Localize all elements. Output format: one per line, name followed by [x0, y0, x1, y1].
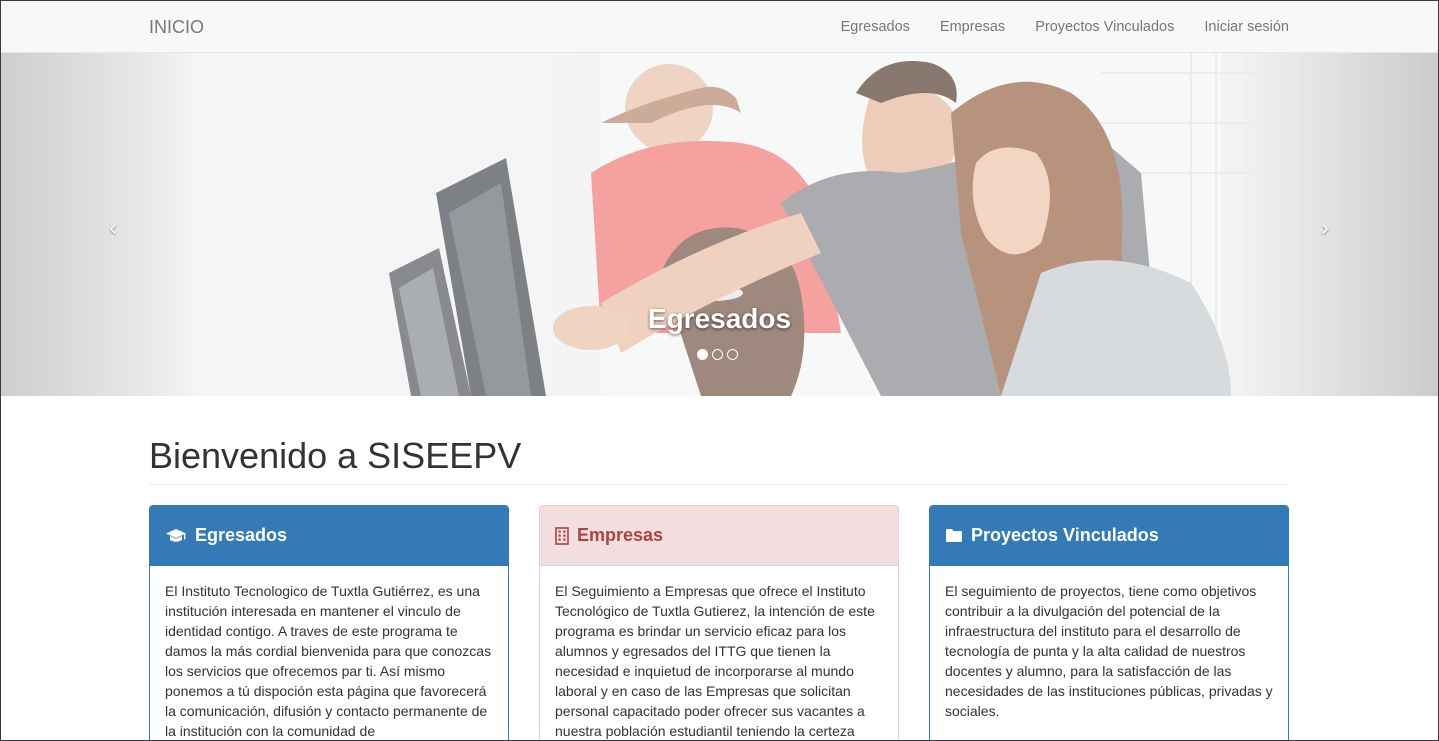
graduation-cap-icon [165, 528, 187, 544]
panel-heading: Empresas [540, 506, 898, 566]
page-title: Bienvenido a SISEEPV [149, 435, 522, 476]
chevron-right-icon: › [1321, 215, 1329, 240]
top-navbar: INICIO Egresados Empresas Proyectos Vinc… [1, 1, 1438, 53]
carousel-prev-button[interactable]: ‹ [98, 213, 128, 243]
panel-egresados: Egresados El Instituto Tecnologico de Tu… [149, 505, 509, 741]
carousel-indicator-1[interactable] [697, 349, 708, 360]
panel-proyectos-vinculados: Proyectos Vinculados El seguimiento de p… [929, 505, 1289, 741]
panel-heading: Proyectos Vinculados [930, 506, 1288, 566]
hero-image [1, 53, 1438, 396]
panel-body: El Seguimiento a Empresas que ofrece el … [555, 583, 875, 739]
panel-heading: Egresados [150, 506, 508, 566]
panel-empresas: Empresas El Seguimiento a Empresas que o… [539, 505, 899, 741]
carousel-indicator-2[interactable] [712, 349, 723, 360]
panel-title: Empresas [577, 525, 664, 545]
brand-home-link[interactable]: INICIO [149, 1, 204, 53]
carousel-indicators [697, 349, 738, 360]
nav-link-egresados[interactable]: Egresados [826, 1, 925, 53]
chevron-left-icon: ‹ [109, 215, 117, 240]
folder-icon [945, 528, 963, 543]
nav-link-proyectos-vinculados[interactable]: Proyectos Vinculados [1020, 1, 1189, 53]
hero-carousel[interactable]: ‹ › Egresados [1, 53, 1438, 396]
panel-title: Proyectos Vinculados [971, 525, 1159, 545]
page-header: Bienvenido a SISEEPV [149, 434, 1289, 485]
carousel-caption: Egresados [647, 303, 792, 334]
carousel-indicator-3[interactable] [727, 349, 738, 360]
carousel-next-button[interactable]: › [1310, 213, 1340, 243]
nav-link-iniciar-sesion[interactable]: Iniciar sesión [1189, 1, 1289, 53]
building-icon [555, 526, 569, 545]
panel-body: El Instituto Tecnologico de Tuxtla Gutié… [165, 583, 492, 739]
panel-body: El seguimiento de proyectos, tiene como … [945, 583, 1273, 719]
nav-links: Egresados Empresas Proyectos Vinculados … [826, 1, 1289, 53]
nav-link-empresas[interactable]: Empresas [925, 1, 1020, 53]
panel-title: Egresados [195, 525, 288, 545]
